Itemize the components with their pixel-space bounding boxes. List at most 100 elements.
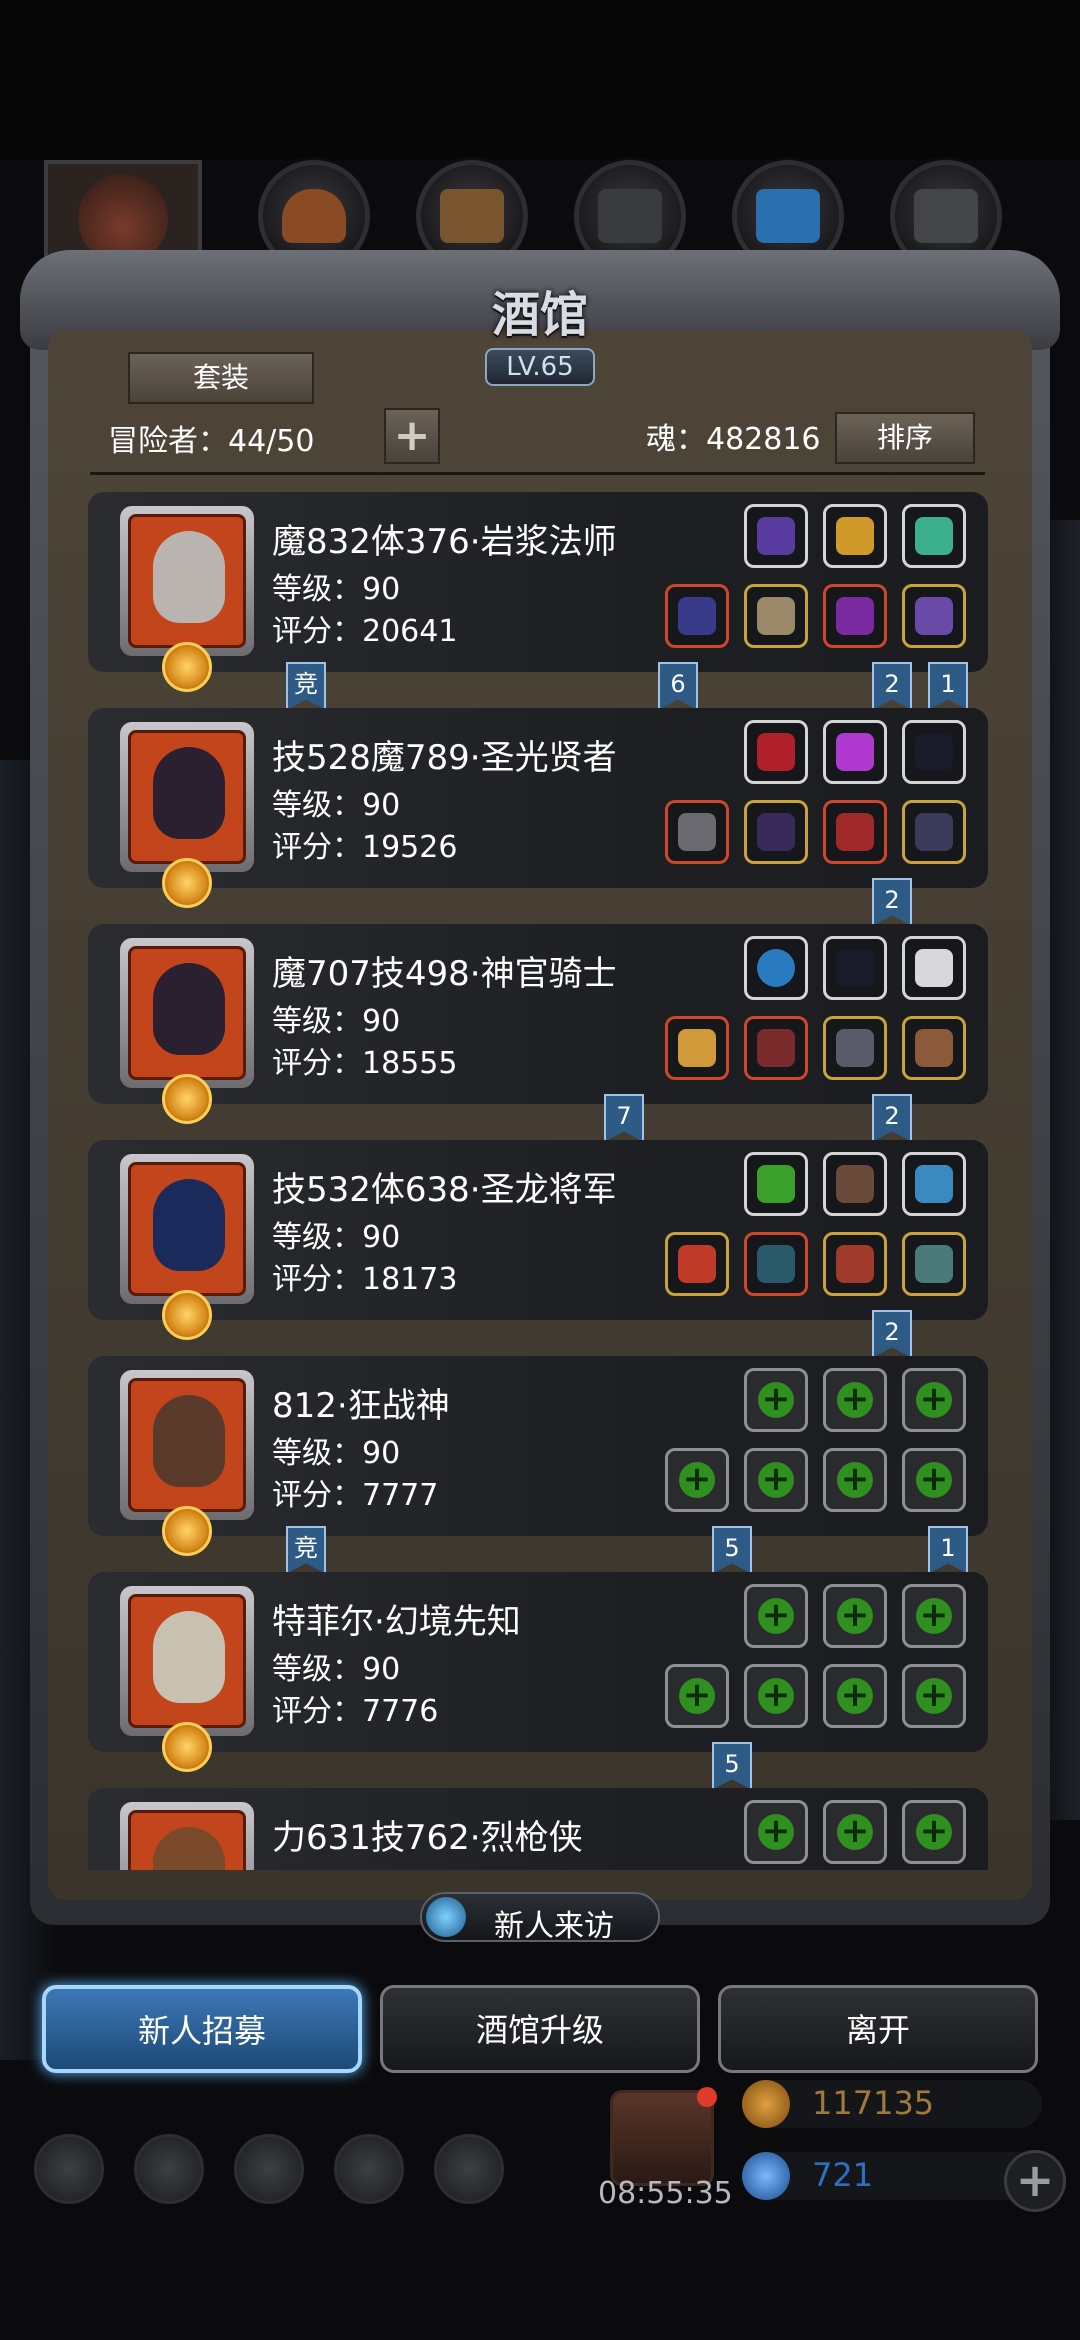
equip-slot[interactable] bbox=[902, 800, 966, 864]
gold-resource: 117135 bbox=[742, 2080, 1042, 2128]
equip-slot[interactable] bbox=[744, 1152, 808, 1216]
hero-card[interactable]: 技528魔789·圣光贤者 等级：90 评分：19526 bbox=[88, 708, 988, 908]
add-icon: + bbox=[916, 1382, 952, 1418]
equip-slot[interactable] bbox=[823, 1016, 887, 1080]
hero-card[interactable]: 魔832体376·岩浆法师 等级：90 评分：20641 bbox=[88, 492, 988, 692]
gold-icon bbox=[742, 2080, 790, 2128]
add-icon: + bbox=[758, 1598, 794, 1634]
hero-card[interactable]: 特菲尔·幻境先知 等级：90 评分：7776 + + + + + + + bbox=[88, 1572, 988, 1772]
leave-button[interactable]: 离开 bbox=[718, 1985, 1038, 2073]
potion-icon bbox=[836, 813, 874, 851]
hero-name: 特菲尔·幻境先知 bbox=[272, 1602, 521, 1642]
recruit-button[interactable]: 新人招募 bbox=[42, 1985, 362, 2073]
hero-score: 评分：19526 bbox=[272, 830, 458, 865]
hero-card[interactable]: 812·狂战神 等级：90 评分：7777 + + + + + + + bbox=[88, 1356, 988, 1556]
equip-slot[interactable] bbox=[744, 720, 808, 784]
equip-slot[interactable] bbox=[902, 584, 966, 648]
empty-equip-slot[interactable]: + bbox=[823, 1584, 887, 1648]
empty-equip-slot[interactable]: + bbox=[902, 1800, 966, 1864]
equip-slot[interactable] bbox=[744, 800, 808, 864]
ribbon-badge: 1 bbox=[928, 1526, 968, 1574]
equip-slot[interactable] bbox=[665, 800, 729, 864]
upgrade-tavern-button[interactable]: 酒馆升级 bbox=[380, 1985, 700, 2073]
rank-emblem-icon bbox=[162, 642, 212, 692]
gear-icon bbox=[914, 189, 978, 243]
equip-slot[interactable] bbox=[823, 1232, 887, 1296]
staff-icon bbox=[678, 597, 716, 635]
new-visitor-button[interactable]: 新人来访 bbox=[420, 1892, 660, 1944]
sort-button[interactable]: 排序 bbox=[835, 412, 975, 464]
empty-equip-slot[interactable]: + bbox=[902, 1448, 966, 1512]
equip-slot[interactable] bbox=[823, 936, 887, 1000]
add-capacity-button[interactable]: + bbox=[384, 408, 440, 464]
equip-slot[interactable] bbox=[902, 720, 966, 784]
ribbon-badge: 竞 bbox=[286, 1526, 326, 1574]
equip-slot[interactable] bbox=[665, 1232, 729, 1296]
wand-icon bbox=[915, 733, 953, 771]
lantern-icon bbox=[836, 517, 874, 555]
divider bbox=[90, 472, 985, 475]
empty-equip-slot[interactable]: + bbox=[665, 1664, 729, 1728]
empty-equip-slot[interactable]: + bbox=[744, 1584, 808, 1648]
empty-equip-slot[interactable]: + bbox=[902, 1584, 966, 1648]
empty-equip-slot[interactable]: + bbox=[744, 1664, 808, 1728]
guild-icon[interactable] bbox=[234, 2134, 304, 2204]
potion-icon bbox=[757, 733, 795, 771]
hero-name: 技528魔789·圣光贤者 bbox=[272, 738, 617, 778]
equip-slot[interactable] bbox=[823, 504, 887, 568]
empty-equip-slot[interactable]: + bbox=[744, 1800, 808, 1864]
gift-box-icon[interactable] bbox=[610, 2087, 717, 2186]
equip-slot[interactable] bbox=[823, 800, 887, 864]
empty-equip-slot[interactable]: + bbox=[665, 1448, 729, 1512]
hero-score: 评分：18555 bbox=[272, 1046, 458, 1081]
add-currency-button[interactable]: + bbox=[1004, 2150, 1066, 2212]
add-icon: + bbox=[758, 1814, 794, 1850]
equip-slot[interactable] bbox=[823, 1152, 887, 1216]
hero-card[interactable]: 力631技762·烈枪侠 + + + bbox=[88, 1788, 988, 1870]
empty-equip-slot[interactable]: + bbox=[902, 1664, 966, 1728]
hero-level: 等级：90 bbox=[272, 788, 401, 823]
empty-equip-slot[interactable]: + bbox=[902, 1368, 966, 1432]
quest-icon[interactable] bbox=[134, 2134, 204, 2204]
ribbon-badge: 2 bbox=[872, 1310, 912, 1358]
equip-slot[interactable] bbox=[902, 1016, 966, 1080]
equip-slot[interactable] bbox=[902, 504, 966, 568]
top-background bbox=[0, 0, 1080, 160]
equip-slot[interactable] bbox=[744, 936, 808, 1000]
equip-slot[interactable] bbox=[744, 1232, 808, 1296]
equip-slot[interactable] bbox=[902, 1152, 966, 1216]
empty-equip-slot[interactable]: + bbox=[744, 1368, 808, 1432]
equip-slot[interactable] bbox=[902, 936, 966, 1000]
set-button[interactable]: 套装 bbox=[128, 352, 314, 404]
empty-equip-slot[interactable]: + bbox=[823, 1368, 887, 1432]
empty-equip-slot[interactable]: + bbox=[823, 1448, 887, 1512]
equip-slot[interactable] bbox=[902, 1232, 966, 1296]
equip-slot[interactable] bbox=[744, 584, 808, 648]
settings-icon[interactable] bbox=[34, 2134, 104, 2204]
empty-equip-slot[interactable]: + bbox=[744, 1448, 808, 1512]
hero-level: 等级：90 bbox=[272, 1436, 401, 1471]
equip-slot[interactable] bbox=[823, 584, 887, 648]
empty-equip-slot[interactable]: + bbox=[823, 1800, 887, 1864]
equip-slot[interactable] bbox=[665, 584, 729, 648]
gift-timer: 08:55:35 bbox=[598, 2176, 733, 2211]
avatar bbox=[120, 1154, 254, 1340]
equip-slot[interactable] bbox=[823, 720, 887, 784]
equip-slot[interactable] bbox=[744, 504, 808, 568]
equip-slot[interactable] bbox=[744, 1016, 808, 1080]
hero-card[interactable]: 魔707技498·神官骑士 等级：90 评分：18555 bbox=[88, 924, 988, 1124]
ring-icon bbox=[915, 1245, 953, 1283]
hero-name: 魔832体376·岩浆法师 bbox=[272, 522, 617, 562]
add-icon: + bbox=[916, 1814, 952, 1850]
hero-card[interactable]: 技532体638·圣龙将军 等级：90 评分：18173 bbox=[88, 1140, 988, 1340]
crystal-icon bbox=[836, 733, 874, 771]
visitor-orb-icon bbox=[426, 1897, 466, 1937]
mail-icon[interactable] bbox=[334, 2134, 404, 2204]
new-visitor-label: 新人来访 bbox=[494, 1909, 614, 1944]
equip-slot[interactable] bbox=[665, 1016, 729, 1080]
hero-list[interactable]: 魔832体376·岩浆法师 等级：90 评分：20641 竞 6 2 1 技52… bbox=[88, 490, 988, 1870]
add-icon: + bbox=[916, 1462, 952, 1498]
hero-score: 评分：20641 bbox=[272, 614, 458, 649]
empty-equip-slot[interactable]: + bbox=[823, 1664, 887, 1728]
bag-icon[interactable] bbox=[434, 2134, 504, 2204]
